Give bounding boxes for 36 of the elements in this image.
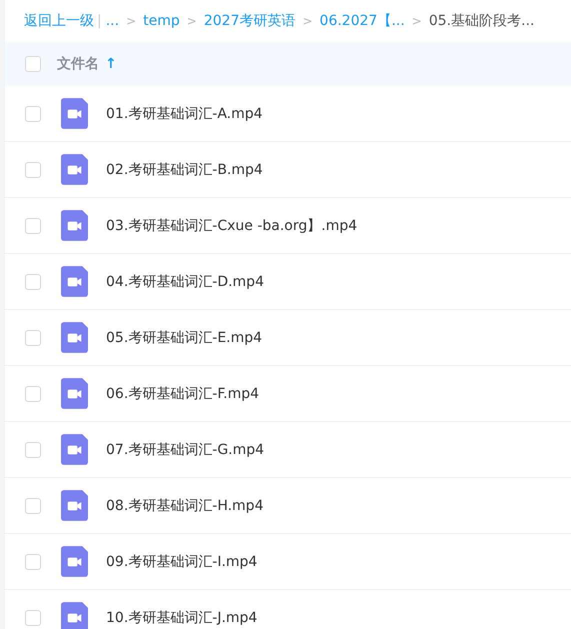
file-name[interactable]: 07.考研基础词汇-G.mp4 xyxy=(106,440,264,458)
video-file-icon xyxy=(61,490,88,521)
video-file-icon xyxy=(61,266,88,297)
row-checkbox[interactable] xyxy=(25,218,41,234)
video-file-icon xyxy=(61,434,88,465)
video-file-icon xyxy=(61,98,88,129)
row-checkbox[interactable] xyxy=(25,442,41,458)
row-checkbox[interactable] xyxy=(25,554,41,570)
breadcrumb-item[interactable]: 05.基础阶段考... xyxy=(428,12,534,30)
video-file-icon xyxy=(61,322,88,353)
row-checkbox[interactable] xyxy=(25,386,41,402)
video-file-icon xyxy=(61,546,88,577)
file-name[interactable]: 04.考研基础词汇-D.mp4 xyxy=(106,272,264,290)
separator-text: > xyxy=(186,14,197,28)
row-checkbox[interactable] xyxy=(25,498,41,514)
divider-text: | xyxy=(97,13,102,29)
video-file-icon xyxy=(61,378,88,409)
video-file-icon xyxy=(61,154,88,185)
row-checkbox[interactable] xyxy=(25,610,41,626)
select-all-checkbox[interactable] xyxy=(25,56,41,72)
video-file-icon xyxy=(61,210,88,241)
file-name[interactable]: 09.考研基础词汇-I.mp4 xyxy=(106,552,258,570)
file-name[interactable]: 05.考研基础词汇-E.mp4 xyxy=(106,328,262,346)
file-name[interactable]: 03.考研基础词汇-Cxue -ba.org】.mp4 xyxy=(106,216,358,234)
file-name[interactable]: 08.考研基础词汇-H.mp4 xyxy=(106,496,264,514)
row-checkbox[interactable] xyxy=(25,106,41,122)
separator-text: > xyxy=(126,14,136,28)
file-name[interactable]: 01.考研基础词汇-A.mp4 xyxy=(106,104,263,122)
row-checkbox[interactable] xyxy=(25,330,41,346)
file-name[interactable]: 06.考研基础词汇-F.mp4 xyxy=(106,384,260,402)
separator-text: > xyxy=(302,14,313,28)
row-checkbox[interactable] xyxy=(25,274,41,290)
separator-text: > xyxy=(412,14,422,28)
row-checkbox[interactable] xyxy=(25,162,41,178)
file-name[interactable]: 02.考研基础词汇-B.mp4 xyxy=(106,160,263,178)
file-name[interactable]: 10.考研基础词汇-J.mp4 xyxy=(106,608,258,626)
